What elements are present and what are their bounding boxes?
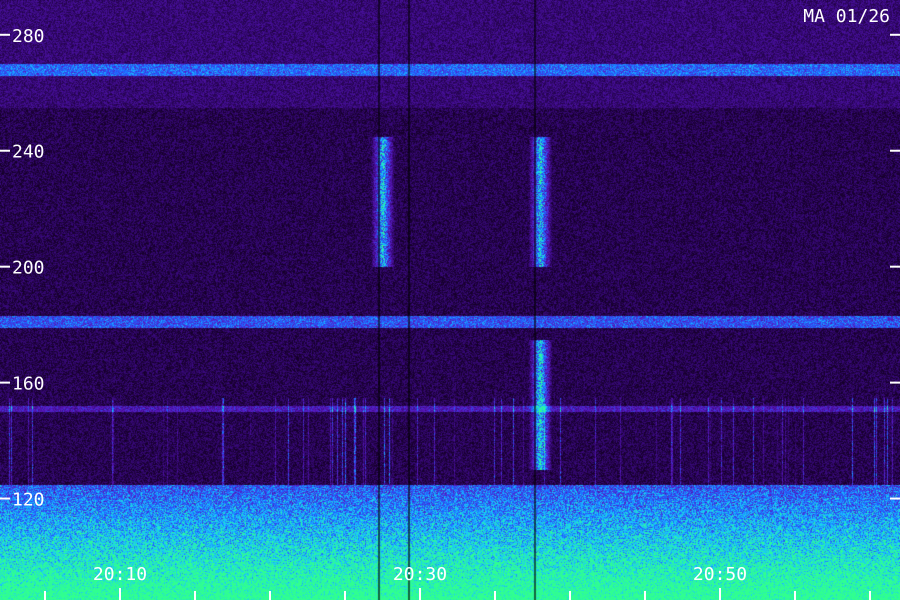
spectrogram-heatmap: [0, 0, 900, 600]
spectrogram-panel: 280 240 200 160 120 20:10 20:30 20:50 MA 01/26: [0, 0, 900, 600]
